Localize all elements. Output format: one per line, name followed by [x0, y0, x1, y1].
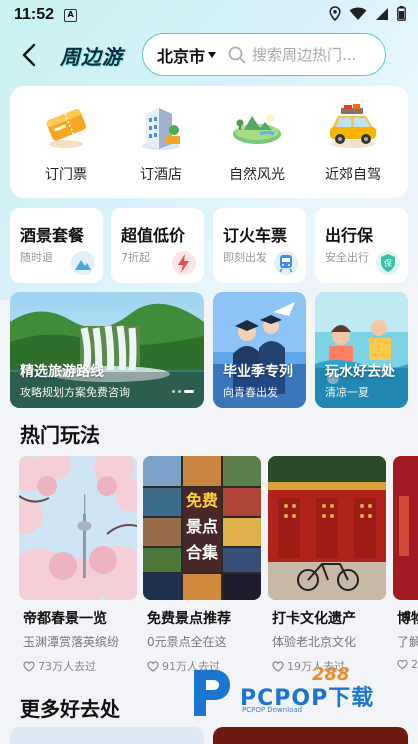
lightning-icon [172, 251, 196, 275]
hot-card-title: 打卡文化遗产 [272, 611, 356, 627]
nature-icon [233, 114, 281, 144]
red-wall-bicycle-image [268, 456, 386, 600]
hot-card-image [19, 456, 137, 600]
category-label: 订门票 [45, 167, 87, 183]
banner-title: 毕业季专列 [223, 364, 293, 380]
hot-card-museum[interactable]: 博物 了解 2 [393, 456, 418, 670]
category-hotel[interactable]: 订酒店 [116, 100, 206, 184]
banner-water-play[interactable]: 玩水好去处 清凉一夏 [315, 292, 408, 408]
hot-card-view-count: 73万人去过 [38, 660, 96, 673]
banner-graduation[interactable]: 毕业季专列 向青春出发 [213, 292, 306, 408]
search-bar[interactable]: 北京市 搜索周边热门... [142, 33, 386, 76]
train-icon [274, 251, 298, 275]
hot-card-views: 73万人去过 [23, 658, 139, 674]
shield-icon: 保 [376, 251, 400, 275]
hot-card-subtitle: 了解 [397, 635, 418, 649]
more-card-1[interactable] [10, 727, 204, 744]
status-time: 11:52 [14, 6, 55, 23]
service-subtitle: 随时退 [20, 251, 53, 264]
service-title: 超值低价 [121, 226, 186, 245]
banner-title: 玩水好去处 [325, 364, 395, 380]
ticket-icon [46, 108, 86, 148]
hot-card-title: 博物 [397, 611, 418, 627]
hot-card-subtitle: 体验老北京文化 [272, 635, 357, 649]
category-tickets[interactable]: 订门票 [21, 100, 111, 184]
section-title-hot: 热门玩法 [20, 423, 100, 447]
service-subtitle: 7折起 [121, 251, 150, 264]
service-train-ticket[interactable]: 订火车票 即刻出发 [213, 208, 306, 283]
hot-card-image [268, 456, 386, 600]
service-travel-insurance[interactable]: 出行保 安全出行 保 [315, 208, 408, 283]
overlay-line: 免费 [185, 491, 218, 510]
service-subtitle: 即刻出发 [223, 251, 267, 264]
city-selector[interactable]: 北京市 [157, 43, 205, 67]
search-input[interactable]: 搜索周边热门... [252, 44, 356, 65]
watermark-logo-icon [194, 670, 230, 716]
category-label: 自然风光 [229, 167, 285, 183]
city-dropdown-icon[interactable] [208, 51, 217, 58]
banner-title: 精选旅游路线 [20, 364, 104, 380]
page-title: 周边游 [60, 44, 123, 69]
free-spots-overlay: 免费 景点 合集 [182, 488, 222, 566]
cherry-blossom-image [19, 456, 137, 600]
hot-card-subtitle: 0元景点全在这 [147, 635, 227, 649]
overlay-line: 景点 [185, 517, 218, 536]
banner-subtitle: 向青春出发 [223, 386, 278, 399]
watermark: 288 PCPOP下载 PCPOP Download [188, 664, 408, 722]
svg-text:保: 保 [384, 258, 392, 268]
service-title: 出行保 [325, 226, 374, 245]
hot-card-title: 免费景点推荐 [147, 611, 231, 627]
wifi-icon [349, 7, 367, 20]
notification-a-icon: A [64, 8, 78, 22]
hot-card-view-count: 2 [411, 658, 418, 670]
service-hotel-package[interactable]: 酒景套餐 随时退 [10, 208, 103, 283]
banner-travel-routes[interactable]: 精选旅游路线 攻略规划方案免费咨询 [10, 292, 204, 408]
category-self-drive[interactable]: 近郊自驾 [308, 100, 398, 184]
heart-icon [23, 660, 35, 672]
banner-subtitle: 清凉一夏 [325, 386, 369, 399]
hot-card-spring-view[interactable]: 帝都春景一览 玉渊潭赏落英缤纷 73万人去过 [19, 456, 139, 673]
car-icon [330, 104, 376, 148]
search-icon [228, 46, 246, 63]
battery-icon [397, 6, 406, 21]
hot-card-image: 免费 景点 合集 [143, 456, 261, 600]
back-button[interactable] [22, 35, 56, 75]
category-label: 近郊自驾 [325, 167, 381, 183]
hot-card-free-spots[interactable]: 免费 景点 合集 免费景点推荐 0元景点全在这 91万人去过 [143, 456, 263, 673]
header: 周边游 北京市 搜索周边热门... [0, 32, 418, 78]
signal-icon [376, 7, 388, 20]
category-nature[interactable]: 自然风光 [212, 100, 302, 184]
back-arrow-icon [22, 43, 36, 67]
more-card-2[interactable] [213, 727, 408, 744]
hot-card-subtitle: 玉渊潭赏落英缤纷 [23, 635, 120, 649]
watermark-subtitle: PCPOP Download [242, 706, 303, 714]
location-icon [329, 6, 341, 21]
carousel-indicator [172, 390, 194, 393]
hot-card-title: 帝都春景一览 [23, 611, 107, 627]
banner-subtitle: 攻略规划方案免费咨询 [20, 386, 130, 399]
hot-card-image [393, 456, 418, 600]
service-low-price[interactable]: 超值低价 7折起 [111, 208, 204, 283]
status-bar: 11:52 A [0, 0, 418, 30]
overlay-line: 合集 [185, 543, 218, 562]
mountain-icon [71, 251, 95, 275]
service-title: 酒景套餐 [20, 226, 85, 245]
service-title: 订火车票 [223, 226, 288, 245]
heart-icon [147, 660, 159, 672]
hotel-icon [142, 108, 180, 150]
section-title-more: 更多好去处 [20, 697, 120, 721]
museum-image [393, 456, 418, 600]
service-subtitle: 安全出行 [325, 251, 369, 264]
category-panel: 订门票 订酒店 自然风光 近郊自驾 [10, 86, 408, 198]
hot-card-cultural-heritage[interactable]: 打卡文化遗产 体验老北京文化 19万人去过 [268, 456, 388, 673]
category-label: 订酒店 [140, 167, 182, 183]
